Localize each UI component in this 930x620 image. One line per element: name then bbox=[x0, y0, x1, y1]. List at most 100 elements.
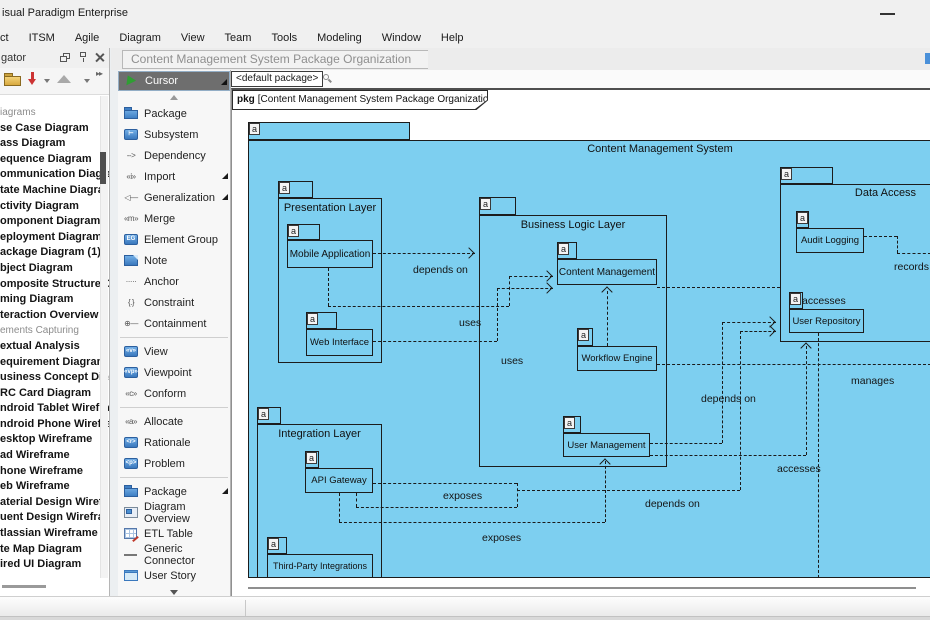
tool-problem[interactable]: <p> Problem bbox=[118, 453, 230, 474]
menu-item-diagram[interactable]: Diagram bbox=[109, 32, 171, 44]
sort-dropdown-caret-icon[interactable] bbox=[44, 79, 50, 83]
menu-item-project[interactable]: ct bbox=[0, 32, 19, 44]
tool-user-story[interactable]: User Story bbox=[118, 565, 230, 586]
navigator-horizontal-scrollbar[interactable] bbox=[2, 585, 46, 588]
tool-element-group[interactable]: EG Element Group bbox=[118, 229, 230, 250]
sort-icon[interactable] bbox=[27, 72, 41, 87]
package-name: Workflow Engine bbox=[577, 346, 657, 371]
toolbar-overflow-icon[interactable] bbox=[96, 69, 102, 78]
nav-item-timing-diagram[interactable]: ming Diagram bbox=[0, 292, 109, 308]
nav-item-iphone-wireframe[interactable]: hone Wireframe bbox=[0, 464, 109, 480]
nav-item-class-diagram[interactable]: ass Diagram bbox=[0, 136, 109, 152]
tool-note[interactable]: Note bbox=[118, 250, 230, 271]
nav-item-android-tablet-wireframe[interactable]: ndroid Tablet Wirefra bbox=[0, 401, 109, 417]
edge-label[interactable]: records bbox=[894, 261, 929, 273]
menu-item-itsm[interactable]: ITSM bbox=[19, 32, 65, 44]
element-marker: a bbox=[249, 123, 260, 135]
menu-item-team[interactable]: Team bbox=[215, 32, 262, 44]
edge-label[interactable]: depends on bbox=[413, 264, 468, 276]
default-package-selector[interactable]: <default package> bbox=[231, 71, 323, 87]
edge-label[interactable]: uses bbox=[501, 355, 523, 367]
tool-etl-table[interactable]: ETL Table bbox=[118, 523, 230, 544]
new-diagram-folder-icon[interactable] bbox=[4, 73, 22, 86]
nav-item-activity-diagram[interactable]: ctivity Diagram bbox=[0, 199, 109, 215]
tool-conform[interactable]: «c» Conform bbox=[118, 383, 230, 404]
tool-merge[interactable]: «m» Merge bbox=[118, 208, 230, 229]
close-panel-icon[interactable] bbox=[95, 52, 105, 62]
edge-label[interactable]: depends on bbox=[645, 498, 700, 510]
nav-item-deployment-diagram[interactable]: eployment Diagram bbox=[0, 230, 109, 246]
nav-item-desktop-wireframe[interactable]: esktop Wireframe bbox=[0, 432, 109, 448]
title-bar: isual Paradigm Enterprise bbox=[0, 0, 930, 27]
tool-import[interactable]: «i» Import bbox=[118, 166, 230, 187]
nav-item-use-case-diagram[interactable]: se Case Diagram bbox=[0, 121, 109, 137]
nav-item-communication-diagram[interactable]: ommunication Diagra bbox=[0, 167, 109, 183]
menu-item-view[interactable]: View bbox=[171, 32, 215, 44]
palette-scroll-up[interactable] bbox=[118, 91, 230, 103]
nav-item-business-concept-diagram[interactable]: usiness Concept Diag bbox=[0, 370, 109, 386]
tool-package-2[interactable]: Package bbox=[118, 481, 230, 502]
menu-item-tools[interactable]: Tools bbox=[261, 32, 307, 44]
edge-label[interactable]: uses bbox=[459, 317, 481, 329]
tool-anchor[interactable]: ····· Anchor bbox=[118, 271, 230, 292]
nav-item-composite-structure-diagram[interactable]: omposite Structure D bbox=[0, 277, 109, 293]
nav-item-sequence-diagram[interactable]: equence Diagram bbox=[0, 152, 109, 168]
menu-item-window[interactable]: Window bbox=[372, 32, 431, 44]
package-content-management-system-tab[interactable] bbox=[248, 122, 410, 140]
tool-allocate[interactable]: «a» Allocate bbox=[118, 411, 230, 432]
clipped-toolbar-icon bbox=[925, 53, 930, 64]
edge-label[interactable]: accesses bbox=[802, 295, 846, 307]
nav-item-site-map-diagram[interactable]: te Map Diagram bbox=[0, 542, 109, 558]
nav-item-fluent-design-wireframe[interactable]: uent Design Wirefra bbox=[0, 510, 109, 526]
menu-item-modeling[interactable]: Modeling bbox=[307, 32, 372, 44]
nav-item-requirement-diagram[interactable]: equirement Diagram bbox=[0, 355, 109, 371]
visual-paradigm-window: isual Paradigm Enterprise ct ITSM Agile … bbox=[0, 0, 930, 620]
nav-item-interaction-overview-diagram[interactable]: teraction Overview bbox=[0, 308, 109, 324]
tool-cursor[interactable]: Cursor bbox=[118, 71, 230, 91]
package-selector-row: <default package> bbox=[231, 70, 930, 88]
nav-item-package-diagram[interactable]: ackage Diagram (1) bbox=[0, 245, 109, 261]
collapse-dropdown-caret-icon[interactable] bbox=[84, 79, 90, 83]
edge-label[interactable]: depends on bbox=[701, 393, 756, 405]
tool-diagram-overview[interactable]: Diagram Overview bbox=[118, 502, 230, 523]
tool-containment[interactable]: ⊕— Containment bbox=[118, 313, 230, 334]
nav-item-ipad-wireframe[interactable]: ad Wireframe bbox=[0, 448, 109, 464]
nav-item-textual-analysis[interactable]: extual Analysis bbox=[0, 339, 109, 355]
dependency-edge bbox=[339, 522, 605, 523]
pin-panel-icon[interactable] bbox=[79, 52, 88, 63]
canvas-horizontal-scrollbar[interactable] bbox=[248, 587, 916, 589]
tool-dependency[interactable]: --> Dependency bbox=[118, 145, 230, 166]
tool-view[interactable]: «v» View bbox=[118, 341, 230, 362]
tool-generalization[interactable]: ◁— Generalization bbox=[118, 187, 230, 208]
nav-item-web-wireframe[interactable]: eb Wireframe bbox=[0, 479, 109, 495]
nav-item-component-diagram[interactable]: omponent Diagram bbox=[0, 214, 109, 230]
minimize-icon[interactable] bbox=[880, 13, 895, 15]
tab-content-management-system[interactable]: Content Management System Package Organi… bbox=[122, 50, 428, 69]
tool-subsystem[interactable]: ⊢ Subsystem bbox=[118, 124, 230, 145]
menu-item-help[interactable]: Help bbox=[431, 32, 474, 44]
nav-item-android-phone-wireframe[interactable]: ndroid Phone Wirefra bbox=[0, 417, 109, 433]
search-icon[interactable] bbox=[323, 74, 333, 84]
menu-item-agile[interactable]: Agile bbox=[65, 32, 109, 44]
tool-rationale[interactable]: <r> Rationale bbox=[118, 432, 230, 453]
tool-constraint[interactable]: {.} Constraint bbox=[118, 292, 230, 313]
nav-item-crc-card-diagram[interactable]: RC Card Diagram bbox=[0, 386, 109, 402]
nav-item-object-diagram[interactable]: bject Diagram bbox=[0, 261, 109, 277]
tool-package[interactable]: Package bbox=[118, 103, 230, 124]
tool-viewpoint[interactable]: «vp» Viewpoint bbox=[118, 362, 230, 383]
package-name: Business Logic Layer bbox=[479, 219, 667, 231]
edge-label[interactable]: accesses bbox=[777, 463, 821, 475]
navigator-vertical-scrollbar[interactable] bbox=[100, 96, 108, 578]
nav-item-wired-ui-diagram[interactable]: ired UI Diagram bbox=[0, 557, 109, 573]
edge-label[interactable]: exposes bbox=[482, 532, 521, 544]
nav-item-state-machine-diagram[interactable]: tate Machine Diagra bbox=[0, 183, 109, 199]
tool-generic-connector[interactable]: Generic Connector bbox=[118, 544, 230, 565]
nav-item-material-design-wireframe[interactable]: aterial Design Wiref bbox=[0, 495, 109, 511]
edge-label[interactable]: manages bbox=[851, 375, 894, 387]
restore-panel-icon[interactable] bbox=[60, 53, 71, 63]
dependency-edge bbox=[517, 483, 518, 507]
nav-item-atlassian-wireframe[interactable]: tlassian Wireframe bbox=[0, 526, 109, 542]
edge-label[interactable]: exposes bbox=[443, 490, 482, 502]
collapse-icon[interactable] bbox=[57, 75, 71, 83]
diagram-canvas[interactable]: pkg[Content Management System Package Or… bbox=[231, 88, 930, 596]
